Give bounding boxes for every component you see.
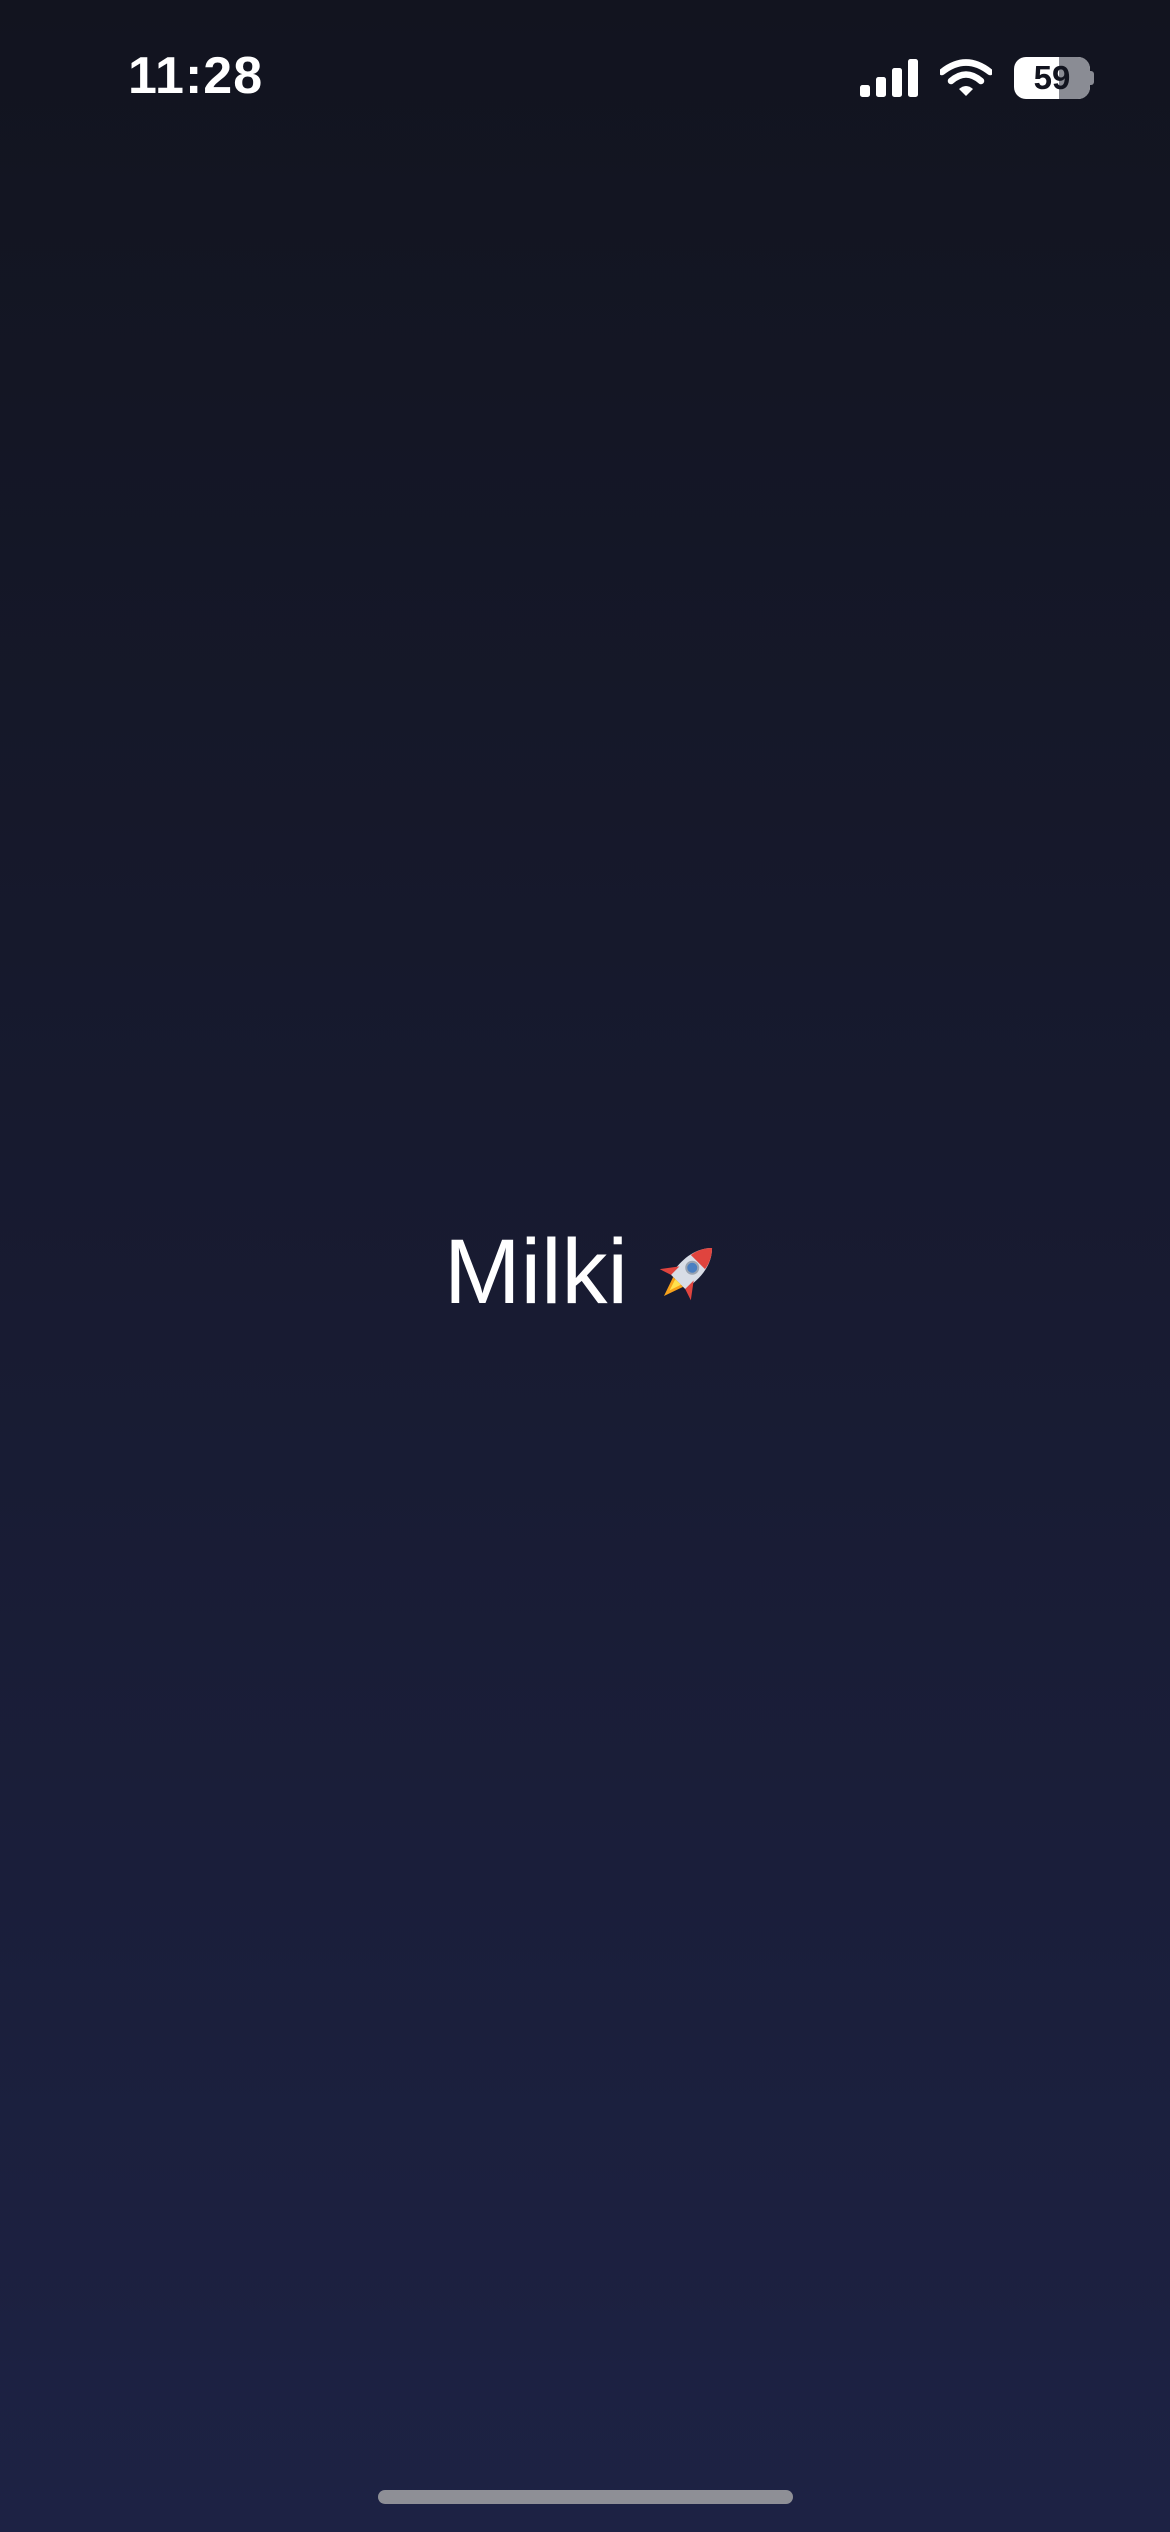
- status-indicators: 59: [860, 54, 1094, 102]
- battery-icon: 59: [1014, 57, 1094, 99]
- home-indicator[interactable]: [378, 2490, 793, 2504]
- wifi-icon: [940, 59, 992, 96]
- battery-body: 59: [1014, 57, 1090, 99]
- splash-title: Milki: [0, 1222, 1170, 1322]
- rocket-icon: [659, 1247, 713, 1301]
- battery-level: 59: [1033, 59, 1071, 96]
- status-bar: 11:28 59: [0, 0, 1170, 150]
- app-name: Milki: [444, 1221, 628, 1323]
- battery-tip: [1090, 71, 1094, 85]
- status-time: 11:28: [128, 47, 264, 105]
- signal-icon: [860, 59, 918, 97]
